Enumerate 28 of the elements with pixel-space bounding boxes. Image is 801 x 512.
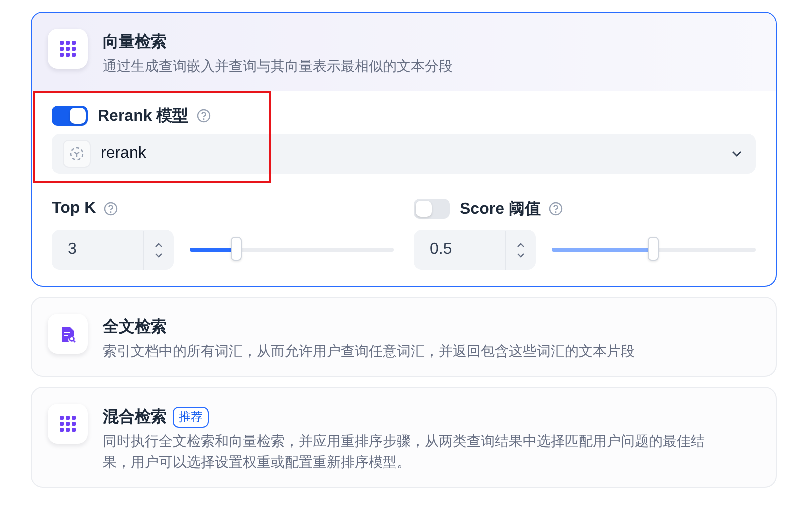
retrieval-card[interactable]: 混合检索 推荐 同时执行全文检索和向量检索，并应用重排序步骤，从两类查询结果中选择匹配用户问题的最佳结果，用户可以选择设置权重或配置重新排序模型。	[31, 387, 777, 488]
card-title: 混合检索	[103, 407, 167, 428]
number-field[interactable]: 0.5	[414, 230, 536, 270]
recommend-badge: 推荐	[173, 406, 209, 428]
setting-label: Score 阈值	[460, 200, 541, 220]
model-icon	[69, 146, 85, 162]
setting-label: Rerank 模型	[98, 106, 189, 126]
card-description: 同时执行全文检索和向量检索，并应用重排序步骤，从两类查询结果中选择匹配用户问题的最佳结果，用户可以选择设置权重或配置重新排序模型。	[103, 432, 706, 472]
card-title: 向量检索	[103, 32, 167, 52]
slider-thumb[interactable]	[648, 237, 659, 261]
help-icon	[196, 109, 211, 123]
card-description: 通过生成查询嵌入并查询与其向量表示最相似的文本分段	[103, 57, 453, 76]
chevron-down-icon	[732, 151, 742, 157]
grid-icon	[60, 41, 76, 57]
setting-label: Top K	[52, 200, 96, 218]
document-search-icon	[60, 326, 76, 342]
card-description: 索引文档中的所有词汇，从而允许用户查询任意词汇，并返回包含这些词汇的文本片段	[103, 342, 635, 361]
retrieval-card[interactable]: 向量检索 通过生成查询嵌入并查询与其向量表示最相似的文本分段 Rerank 模型 rerank Top K 3 Score 阈值 0.5	[31, 12, 777, 287]
grid-icon	[60, 416, 76, 432]
slider-thumb[interactable]	[230, 237, 242, 261]
toggle-switch[interactable]	[52, 106, 88, 126]
retrieval-card[interactable]: 全文检索 索引文档中的所有词汇，从而允许用户查询任意词汇，并返回包含这些词汇的文本片段	[31, 297, 777, 377]
toggle-switch[interactable]	[414, 199, 450, 219]
number-field[interactable]: 3	[52, 230, 174, 270]
model-select[interactable]: rerank	[52, 134, 756, 174]
card-title: 全文检索	[103, 317, 167, 338]
help-icon	[104, 202, 118, 216]
help-icon	[548, 202, 563, 216]
